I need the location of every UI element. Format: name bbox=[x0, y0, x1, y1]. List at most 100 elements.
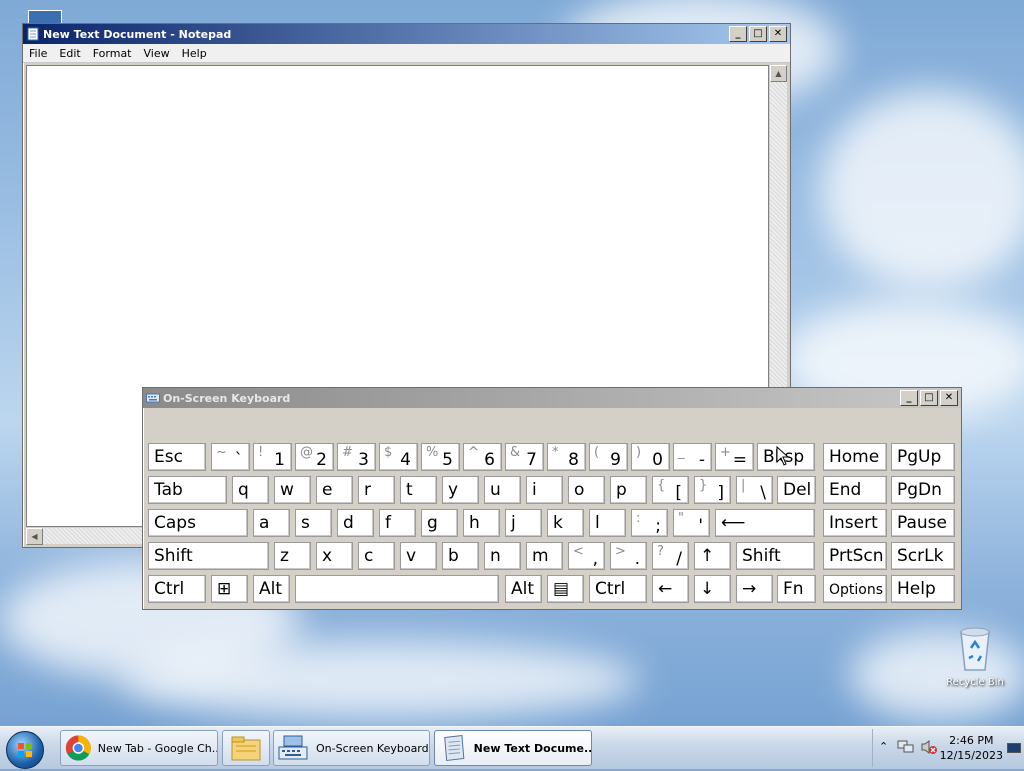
maximize-button[interactable]: □ bbox=[920, 390, 938, 406]
key-c[interactable]: c bbox=[358, 542, 395, 570]
key-help[interactable]: Help bbox=[891, 575, 955, 603]
key-pgup[interactable]: PgUp bbox=[891, 443, 955, 471]
key-backslash[interactable]: | \ bbox=[736, 476, 773, 504]
key-i[interactable]: i bbox=[526, 476, 563, 504]
key-rctrl[interactable]: Ctrl bbox=[589, 575, 647, 603]
taskbar-button-osk[interactable]: On-Screen Keyboard bbox=[273, 730, 430, 766]
key-g[interactable]: g bbox=[421, 509, 458, 537]
key-l[interactable]: l bbox=[589, 509, 626, 537]
maximize-button[interactable]: □ bbox=[749, 26, 767, 42]
key-o[interactable]: o bbox=[568, 476, 605, 504]
key-lalt[interactable]: Alt bbox=[253, 575, 290, 603]
key-lshift[interactable]: Shift bbox=[148, 542, 269, 570]
network-icon[interactable] bbox=[897, 739, 915, 755]
osk-titlebar[interactable]: On-Screen Keyboard _ □ ✕ bbox=[143, 388, 961, 408]
key-1[interactable]: ! 1 bbox=[253, 443, 292, 471]
scroll-left-arrow-icon[interactable]: ◀ bbox=[26, 528, 43, 545]
key-z[interactable]: z bbox=[274, 542, 311, 570]
scroll-up-arrow-icon[interactable]: ▲ bbox=[770, 65, 787, 82]
key-equals[interactable]: + = bbox=[715, 443, 754, 471]
key-3[interactable]: #3 bbox=[337, 443, 376, 471]
clock[interactable]: 2:46 PM 12/15/2023 bbox=[940, 733, 1003, 763]
key-ralt[interactable]: Alt bbox=[505, 575, 542, 603]
key-j[interactable]: j bbox=[505, 509, 542, 537]
key-esc[interactable]: Esc bbox=[148, 443, 206, 471]
key-x[interactable]: x bbox=[316, 542, 353, 570]
key-tab[interactable]: Tab bbox=[148, 476, 227, 504]
key-y[interactable]: y bbox=[442, 476, 479, 504]
menu-edit[interactable]: Edit bbox=[53, 47, 86, 60]
key-enter[interactable]: ⟵ bbox=[715, 509, 815, 537]
key-w[interactable]: w bbox=[274, 476, 311, 504]
key-home[interactable]: Home bbox=[823, 443, 887, 471]
key-options[interactable]: Options bbox=[823, 575, 887, 603]
key-down[interactable]: ↓ bbox=[694, 575, 731, 603]
taskbar-button-chrome[interactable]: New Tab - Google Ch... bbox=[60, 730, 218, 766]
key-left[interactable]: ← bbox=[652, 575, 689, 603]
close-button[interactable]: ✕ bbox=[940, 390, 958, 406]
key-up[interactable]: ↑ bbox=[694, 542, 731, 570]
key-h[interactable]: h bbox=[463, 509, 500, 537]
key-2[interactable]: @2 bbox=[295, 443, 334, 471]
key-7[interactable]: & 7 bbox=[505, 443, 544, 471]
key-u[interactable]: u bbox=[484, 476, 521, 504]
key-lbracket[interactable]: {[ bbox=[652, 476, 689, 504]
key-r[interactable]: r bbox=[358, 476, 395, 504]
key-m[interactable]: m bbox=[526, 542, 563, 570]
key-win[interactable]: ⊞ bbox=[211, 575, 248, 603]
key-d[interactable]: d bbox=[337, 509, 374, 537]
recycle-bin-desktop-icon[interactable]: Recycle Bin bbox=[942, 626, 1008, 688]
key-e[interactable]: e bbox=[316, 476, 353, 504]
key-quote[interactable]: " ' bbox=[673, 509, 710, 537]
key-p[interactable]: p bbox=[610, 476, 647, 504]
close-button[interactable]: ✕ bbox=[769, 26, 787, 42]
key-space[interactable] bbox=[295, 575, 499, 603]
key-caps[interactable]: Caps bbox=[148, 509, 248, 537]
key-q[interactable]: q bbox=[232, 476, 269, 504]
key-6[interactable]: ^ 6 bbox=[463, 443, 502, 471]
key-slash[interactable]: ? / bbox=[652, 542, 689, 570]
key-n[interactable]: n bbox=[484, 542, 521, 570]
key-period[interactable]: >. bbox=[610, 542, 647, 570]
menu-view[interactable]: View bbox=[138, 47, 176, 60]
show-hidden-icons-button[interactable]: ⌃ bbox=[879, 740, 888, 753]
menu-format[interactable]: Format bbox=[87, 47, 138, 60]
key-fn[interactable]: Fn bbox=[777, 575, 816, 603]
key-semicolon[interactable]: :; bbox=[631, 509, 668, 537]
key-rbracket[interactable]: }] bbox=[694, 476, 731, 504]
volume-muted-icon[interactable] bbox=[920, 739, 938, 755]
action-center-icon[interactable] bbox=[1007, 743, 1021, 755]
key-b[interactable]: b bbox=[442, 542, 479, 570]
menu-file[interactable]: File bbox=[23, 47, 53, 60]
start-button[interactable] bbox=[6, 731, 44, 769]
key-5[interactable]: % 5 bbox=[421, 443, 460, 471]
key-0[interactable]: ) 0 bbox=[631, 443, 670, 471]
key-comma[interactable]: <, bbox=[568, 542, 605, 570]
key-insert[interactable]: Insert bbox=[823, 509, 887, 537]
key-t[interactable]: t bbox=[400, 476, 437, 504]
key-end[interactable]: End bbox=[823, 476, 887, 504]
key-prtscn[interactable]: PrtScn bbox=[823, 542, 887, 570]
key-lctrl[interactable]: Ctrl bbox=[148, 575, 206, 603]
key-k[interactable]: k bbox=[547, 509, 584, 537]
minimize-button[interactable]: _ bbox=[900, 390, 918, 406]
key-s[interactable]: s bbox=[295, 509, 332, 537]
menu-help[interactable]: Help bbox=[176, 47, 213, 60]
taskbar-button-notepad[interactable]: New Text Docume... bbox=[434, 730, 592, 766]
key-9[interactable]: (9 bbox=[589, 443, 628, 471]
key-v[interactable]: v bbox=[400, 542, 437, 570]
minimize-button[interactable]: _ bbox=[729, 26, 747, 42]
key-rshift[interactable]: Shift bbox=[736, 542, 815, 570]
key-scrlk[interactable]: ScrLk bbox=[891, 542, 955, 570]
key-pause[interactable]: Pause bbox=[891, 509, 955, 537]
key-del[interactable]: Del bbox=[777, 476, 816, 504]
key-right[interactable]: → bbox=[736, 575, 773, 603]
key-4[interactable]: $4 bbox=[379, 443, 418, 471]
key-backtick[interactable]: ~ ` bbox=[211, 443, 250, 471]
key-menu[interactable]: ▤ bbox=[547, 575, 584, 603]
key-8[interactable]: * 8 bbox=[547, 443, 586, 471]
key-f[interactable]: f bbox=[379, 509, 416, 537]
key-pgdn[interactable]: PgDn bbox=[891, 476, 955, 504]
taskbar-button-explorer[interactable] bbox=[222, 730, 270, 766]
key-minus[interactable]: _ - bbox=[673, 443, 712, 471]
